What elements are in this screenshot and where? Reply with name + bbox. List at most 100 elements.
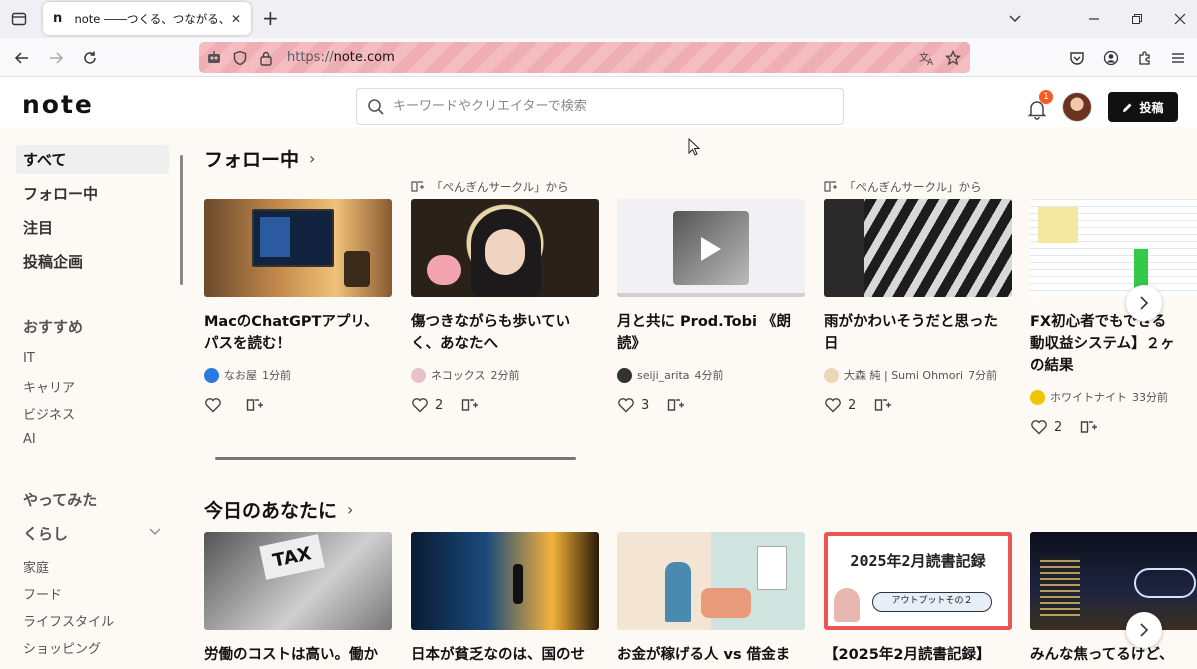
author-info[interactable]: ホワイトナイト 33分前 [1030, 389, 1197, 405]
sidebar-item-contests[interactable]: 投稿企画 [16, 247, 169, 276]
sidebar-item-featured[interactable]: 注目 [16, 213, 169, 242]
sidebar-item-business[interactable]: ビジネス [23, 404, 75, 423]
thumbnail-image[interactable] [824, 199, 1012, 297]
bookmark-star-icon[interactable] [940, 45, 966, 71]
thumbnail-image[interactable] [411, 199, 599, 297]
sidebar-item-it[interactable]: IT [23, 351, 35, 366]
minimize-button[interactable] [1082, 8, 1106, 30]
translate-icon[interactable]: 文A [914, 45, 940, 71]
article-title[interactable]: FX初心者でもできる 動収益システム】２ヶ の結果 [1030, 311, 1197, 377]
author-name[interactable]: seiji_arita [637, 369, 690, 382]
author-name[interactable]: なお屋 [224, 367, 257, 383]
carousel-next-button[interactable] [1126, 612, 1162, 648]
close-window-button[interactable] [1168, 8, 1192, 30]
tab-list-icon[interactable] [1003, 8, 1027, 30]
carousel-next-button[interactable] [1126, 285, 1162, 321]
search-input[interactable] [393, 99, 813, 114]
forward-button[interactable] [45, 47, 67, 69]
sidebar-heading-tried[interactable]: やってみた [23, 489, 97, 510]
add-to-magazine-icon[interactable] [667, 397, 685, 413]
section-title-following[interactable]: フォロー中 › [204, 145, 315, 172]
article-card[interactable]: 日本が貧乏なのは、国のせ [411, 532, 599, 666]
section-title-for-you[interactable]: 今日のあなたに › [204, 496, 353, 523]
article-title[interactable]: MacのChatGPTアプリ、 パスを読む！ [204, 311, 392, 355]
author-name[interactable]: ホワイトナイト [1050, 389, 1127, 405]
thumbnail-image[interactable]: 2025年2月読書記録 アウトプットその２ [824, 532, 1012, 630]
article-title[interactable]: 月と共に Prod.Tobi 《朗 読》 [617, 311, 805, 355]
heart-icon[interactable] [824, 397, 842, 413]
sidebar-item-career[interactable]: キャリア [23, 377, 75, 396]
account-icon[interactable] [1100, 47, 1122, 69]
lock-icon[interactable] [253, 45, 279, 71]
menu-icon[interactable] [1167, 47, 1189, 69]
article-card[interactable]: みんな焦ってるけど、 [1030, 532, 1197, 666]
search-box[interactable] [356, 88, 844, 125]
thumbnail-image[interactable] [617, 199, 805, 297]
sidebar-item-shopping[interactable]: ショッピング [23, 638, 101, 657]
thumbnail-image[interactable]: TAX [204, 532, 392, 630]
article-card[interactable]: MacのChatGPTアプリ、 パスを読む！ なお屋 1分前 [204, 199, 392, 413]
thumbnail-image[interactable] [204, 199, 392, 297]
restore-button[interactable] [1125, 8, 1149, 30]
sidebar-heading-recommend[interactable]: おすすめ [23, 316, 83, 337]
extensions-icon[interactable] [1134, 47, 1156, 69]
author-avatar[interactable] [411, 367, 426, 383]
post-button[interactable]: 投稿 [1108, 92, 1178, 122]
thumbnail-image[interactable] [411, 532, 599, 630]
author-info[interactable]: 大森 純 | Sumi Ohmori 7分前 [824, 367, 1012, 383]
robot-icon[interactable] [201, 45, 227, 71]
author-info[interactable]: ネコックス 2分前 [411, 367, 599, 383]
article-card[interactable]: FX初心者でもできる 動収益システム】２ヶ の結果 ホワイトナイト 33分前 2 [1030, 199, 1197, 435]
author-info[interactable]: seiji_arita 4分前 [617, 367, 805, 383]
heart-icon[interactable] [411, 397, 429, 413]
browser-tab[interactable]: n note ――つくる、つながる、とどける。 ✕ [43, 2, 251, 35]
tab-close-icon[interactable]: ✕ [231, 12, 241, 26]
article-title[interactable]: 雨がかわいそうだと思った 日 [824, 311, 1012, 355]
sidebar-item-ai[interactable]: AI [23, 432, 36, 447]
author-avatar[interactable] [204, 367, 219, 383]
thumbnail-image[interactable] [1030, 532, 1197, 630]
article-card[interactable]: 「ぺんぎんサークル」から 傷つきながらも歩いてい く、あなたへ ネコックス 2分… [411, 180, 599, 413]
heart-icon[interactable] [1030, 419, 1048, 435]
thumbnail-image[interactable] [617, 532, 805, 630]
avatar[interactable] [1062, 92, 1092, 122]
carousel-scrollbar[interactable] [215, 457, 576, 460]
author-name[interactable]: ネコックス [431, 367, 485, 383]
author-avatar[interactable] [617, 367, 632, 383]
article-title[interactable]: 日本が貧乏なのは、国のせ [411, 644, 599, 666]
add-to-magazine-icon[interactable] [1080, 419, 1098, 435]
reload-button[interactable] [79, 47, 101, 69]
pocket-icon[interactable] [1066, 47, 1088, 69]
author-info[interactable]: なお屋 1分前 [204, 367, 392, 383]
article-title[interactable]: 労働のコストは高い。働か [204, 644, 392, 666]
article-card[interactable]: 月と共に Prod.Tobi 《朗 読》 seiji_arita 4分前 3 [617, 199, 805, 413]
chevron-down-icon[interactable] [149, 525, 161, 539]
heart-icon[interactable] [204, 397, 222, 413]
magazine-label[interactable]: 「ぺんぎんサークル」から [824, 179, 982, 195]
sidebar-item-food[interactable]: フード [23, 584, 62, 603]
heart-icon[interactable] [617, 397, 635, 413]
add-to-magazine-icon[interactable] [874, 397, 892, 413]
back-button[interactable] [11, 47, 33, 69]
article-title[interactable]: お金が稼げる人 vs 借金ま [617, 644, 805, 666]
article-card[interactable]: 2025年2月読書記録 アウトプットその２ 【2025年2月読書記録】 [824, 532, 1012, 666]
sidebar-item-family[interactable]: 家庭 [23, 557, 49, 576]
tab-overview-icon[interactable] [8, 8, 30, 30]
note-logo[interactable]: note [22, 92, 94, 117]
article-card[interactable]: 「ぺんぎんサークル」から 雨がかわいそうだと思った 日 大森 純 | Sumi … [824, 180, 1012, 413]
article-title[interactable]: みんな焦ってるけど、 [1030, 644, 1197, 666]
add-to-magazine-icon[interactable] [461, 397, 479, 413]
shield-icon[interactable] [227, 45, 253, 71]
sidebar-item-lifestyle[interactable]: ライフスタイル [23, 611, 114, 630]
thumbnail-image[interactable] [1030, 199, 1197, 297]
sidebar-item-following[interactable]: フォロー中 [16, 179, 169, 208]
add-to-magazine-icon[interactable] [246, 397, 264, 413]
article-title[interactable]: 傷つきながらも歩いてい く、あなたへ [411, 311, 599, 355]
author-name[interactable]: 大森 純 | Sumi Ohmori [844, 367, 963, 383]
sidebar-item-all[interactable]: すべて [16, 145, 169, 174]
sidebar-scrollbar[interactable] [180, 155, 183, 285]
url-bar[interactable]: https://note.com 文A [199, 42, 970, 73]
article-card[interactable]: お金が稼げる人 vs 借金ま [617, 532, 805, 666]
article-title[interactable]: 【2025年2月読書記録】 [824, 644, 1012, 666]
author-avatar[interactable] [824, 367, 839, 383]
